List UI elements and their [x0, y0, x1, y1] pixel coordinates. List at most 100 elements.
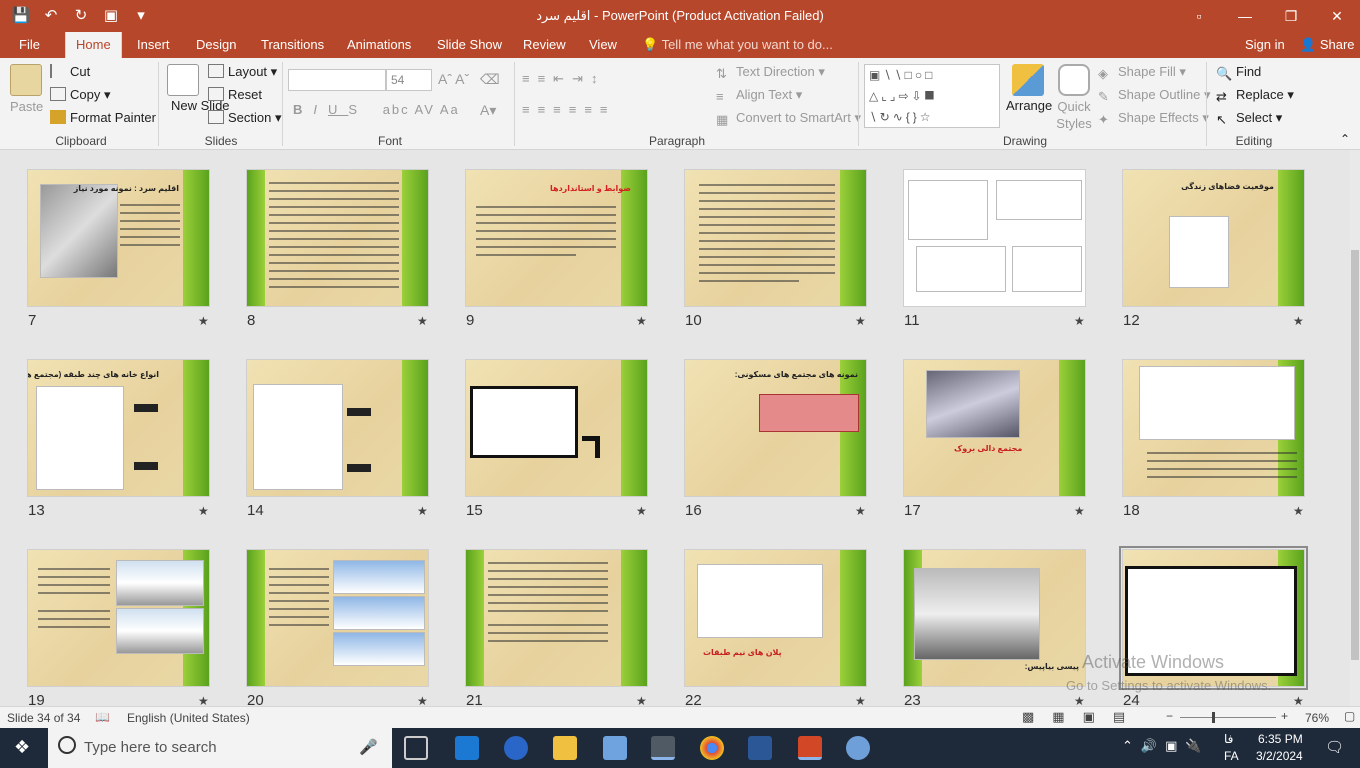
fit-to-window-icon[interactable]: ▢	[1344, 709, 1355, 723]
copy-button[interactable]: Copy ▾	[50, 87, 111, 103]
zoom-level[interactable]: 76%	[1305, 711, 1329, 725]
shape-effects-button[interactable]: ✦ Shape Effects ▾	[1098, 110, 1209, 127]
notifications-icon[interactable]: 🗨	[1325, 738, 1344, 756]
find-button[interactable]: 🔍 Find	[1216, 64, 1261, 81]
powerpoint-icon[interactable]	[798, 736, 822, 760]
convert-smartart-button[interactable]: ▦ Convert to SmartArt ▾	[716, 110, 861, 127]
slide-thumbnail[interactable]	[465, 359, 648, 497]
shape-fill-button[interactable]: ◈ Shape Fill ▾	[1098, 64, 1186, 81]
animation-star-icon: ★	[198, 314, 209, 328]
cut-button[interactable]: Cut	[50, 64, 90, 79]
section-button[interactable]: Section ▾	[208, 110, 282, 126]
shape-outline-button[interactable]: ✎ Shape Outline ▾	[1098, 87, 1211, 104]
computer-icon[interactable]	[603, 736, 627, 760]
slide-thumbnail[interactable]	[246, 549, 429, 687]
windows-start-icon[interactable]: ❖	[14, 737, 30, 758]
slide-thumbnail[interactable]: مجتمع دالی بروک	[903, 359, 1086, 497]
word-icon[interactable]	[748, 736, 772, 760]
reset-button[interactable]: Reset	[208, 87, 262, 102]
zoom-out-button[interactable]: −	[1166, 709, 1173, 723]
shapes-gallery[interactable]: ▣∖∖□○□ △⌞⌟⇨⇩⯀ ∖↻∿{}☆	[864, 64, 1000, 128]
slide-thumbnail[interactable]: ضوابط و استانداردها	[465, 169, 648, 307]
brush-icon	[50, 110, 66, 124]
task-view-icon[interactable]	[404, 736, 428, 760]
slide-thumbnail[interactable]: اقلیم سرد : نمونه مورد نیاز	[27, 169, 210, 307]
slide-thumbnail[interactable]: پیسی بیاپیس:	[903, 549, 1086, 687]
clock-date[interactable]: 3/2/2024	[1256, 749, 1303, 763]
text-direction-button[interactable]: ⇅ Text Direction ▾	[716, 64, 825, 81]
tab-file[interactable]: File	[19, 37, 40, 52]
edge-icon[interactable]	[455, 736, 479, 760]
slide-thumbnail[interactable]: انواع خانه های چند طبقه (مجتمع ها)	[27, 359, 210, 497]
input-language[interactable]: فا	[1224, 732, 1233, 746]
system-tray-icons[interactable]: ⌃🔊▣🔌	[1122, 738, 1210, 754]
vertical-scrollbar[interactable]	[1350, 150, 1360, 706]
zoom-in-button[interactable]: +	[1281, 709, 1288, 723]
slide-thumbnail[interactable]: نمونه های مجتمع های مسکونی:	[684, 359, 867, 497]
replace-button[interactable]: ⇄ Replace ▾	[1216, 87, 1294, 104]
bluetooth-icon[interactable]	[504, 736, 528, 760]
view-buttons[interactable]: ▩▦▣▤	[1022, 709, 1143, 725]
tab-slide-show[interactable]: Slide Show	[437, 37, 502, 52]
zoom-slider-thumb[interactable]	[1212, 712, 1215, 723]
tab-insert[interactable]: Insert	[137, 37, 170, 52]
font-format-buttons[interactable]: BIUS abc AV Aa	[293, 102, 460, 117]
tab-transitions[interactable]: Transitions	[261, 37, 324, 52]
maximize-button[interactable]: ❐	[1268, 0, 1314, 32]
sign-in-link[interactable]: Sign in	[1245, 37, 1285, 52]
slide-title: انواع خانه های چند طبقه (مجتمع ها)	[27, 370, 159, 379]
paste-icon[interactable]	[10, 64, 42, 96]
font-size-box[interactable]: 54	[386, 69, 432, 91]
slide-thumbnail[interactable]	[27, 549, 210, 687]
activation-watermark: Activate Windows	[1082, 652, 1225, 672]
slide-thumbnail[interactable]	[465, 549, 648, 687]
align-text-button[interactable]: ≡ Align Text ▾	[716, 87, 802, 104]
select-button[interactable]: ↖ Select ▾	[1216, 110, 1282, 127]
zoom-slider[interactable]	[1180, 717, 1276, 718]
animation-star-icon: ★	[417, 504, 428, 518]
arrange-button[interactable]: Arrange	[1006, 98, 1052, 113]
video-editor-icon[interactable]	[651, 736, 675, 760]
slide-thumbnail[interactable]: پلان های نیم طبقات	[684, 549, 867, 687]
paste-button[interactable]: Paste	[10, 99, 43, 114]
tell-me-search[interactable]: 💡 Tell me what you want to do...	[642, 37, 833, 53]
format-painter-button[interactable]: Format Painter	[50, 110, 156, 125]
tab-animations[interactable]: Animations	[347, 37, 411, 52]
microphone-icon[interactable]: 🎤	[359, 738, 378, 756]
grow-font-icon[interactable]: Aˆ Aˇ	[438, 71, 469, 87]
tab-view[interactable]: View	[589, 37, 617, 52]
quick-styles-button[interactable]: Quick Styles	[1056, 98, 1092, 132]
slide-thumbnail[interactable]	[684, 169, 867, 307]
list-buttons[interactable]: ≡≡⇤⇥↕	[522, 71, 605, 87]
input-language-code[interactable]: FA	[1224, 749, 1239, 763]
collapse-ribbon-icon[interactable]: ⌃	[1340, 132, 1350, 146]
close-button[interactable]: ✕	[1314, 0, 1360, 32]
tab-review[interactable]: Review	[523, 37, 566, 52]
slide-thumbnail[interactable]	[903, 169, 1086, 307]
share-button[interactable]: 👤 Share	[1300, 37, 1355, 53]
slide-thumbnail[interactable]	[246, 169, 429, 307]
align-buttons[interactable]: ≡≡≡≡≡≡	[522, 102, 616, 117]
quick-styles-icon[interactable]	[1058, 64, 1090, 96]
font-name-box[interactable]	[288, 69, 386, 91]
slide-thumbnail[interactable]	[246, 359, 429, 497]
arrange-icon[interactable]	[1012, 64, 1044, 96]
chrome-icon[interactable]	[700, 736, 724, 760]
language-indicator[interactable]: English (United States)	[127, 711, 250, 725]
tab-design[interactable]: Design	[196, 37, 236, 52]
taskbar-search[interactable]: Type here to search 🎤	[48, 728, 392, 768]
proofing-icon[interactable]: 📖	[95, 710, 110, 724]
clock-time[interactable]: 6:35 PM	[1258, 732, 1303, 746]
slide-thumbnail[interactable]	[1122, 359, 1305, 497]
font-color-icon[interactable]: A▾	[480, 102, 496, 119]
layout-button[interactable]: Layout ▾	[208, 64, 277, 80]
paint-icon[interactable]	[846, 736, 870, 760]
file-explorer-icon[interactable]	[553, 736, 577, 760]
ribbon-display-options-icon[interactable]: ▫	[1176, 0, 1222, 32]
clear-formatting-icon[interactable]: ⌫	[480, 71, 500, 88]
tab-home[interactable]: Home	[65, 32, 122, 58]
minimize-button[interactable]: —	[1222, 0, 1268, 32]
slide-thumbnail[interactable]: موقعیت فضاهای زندگی	[1122, 169, 1305, 307]
scrollbar-thumb[interactable]	[1351, 250, 1359, 660]
new-slide-icon[interactable]	[167, 64, 199, 96]
